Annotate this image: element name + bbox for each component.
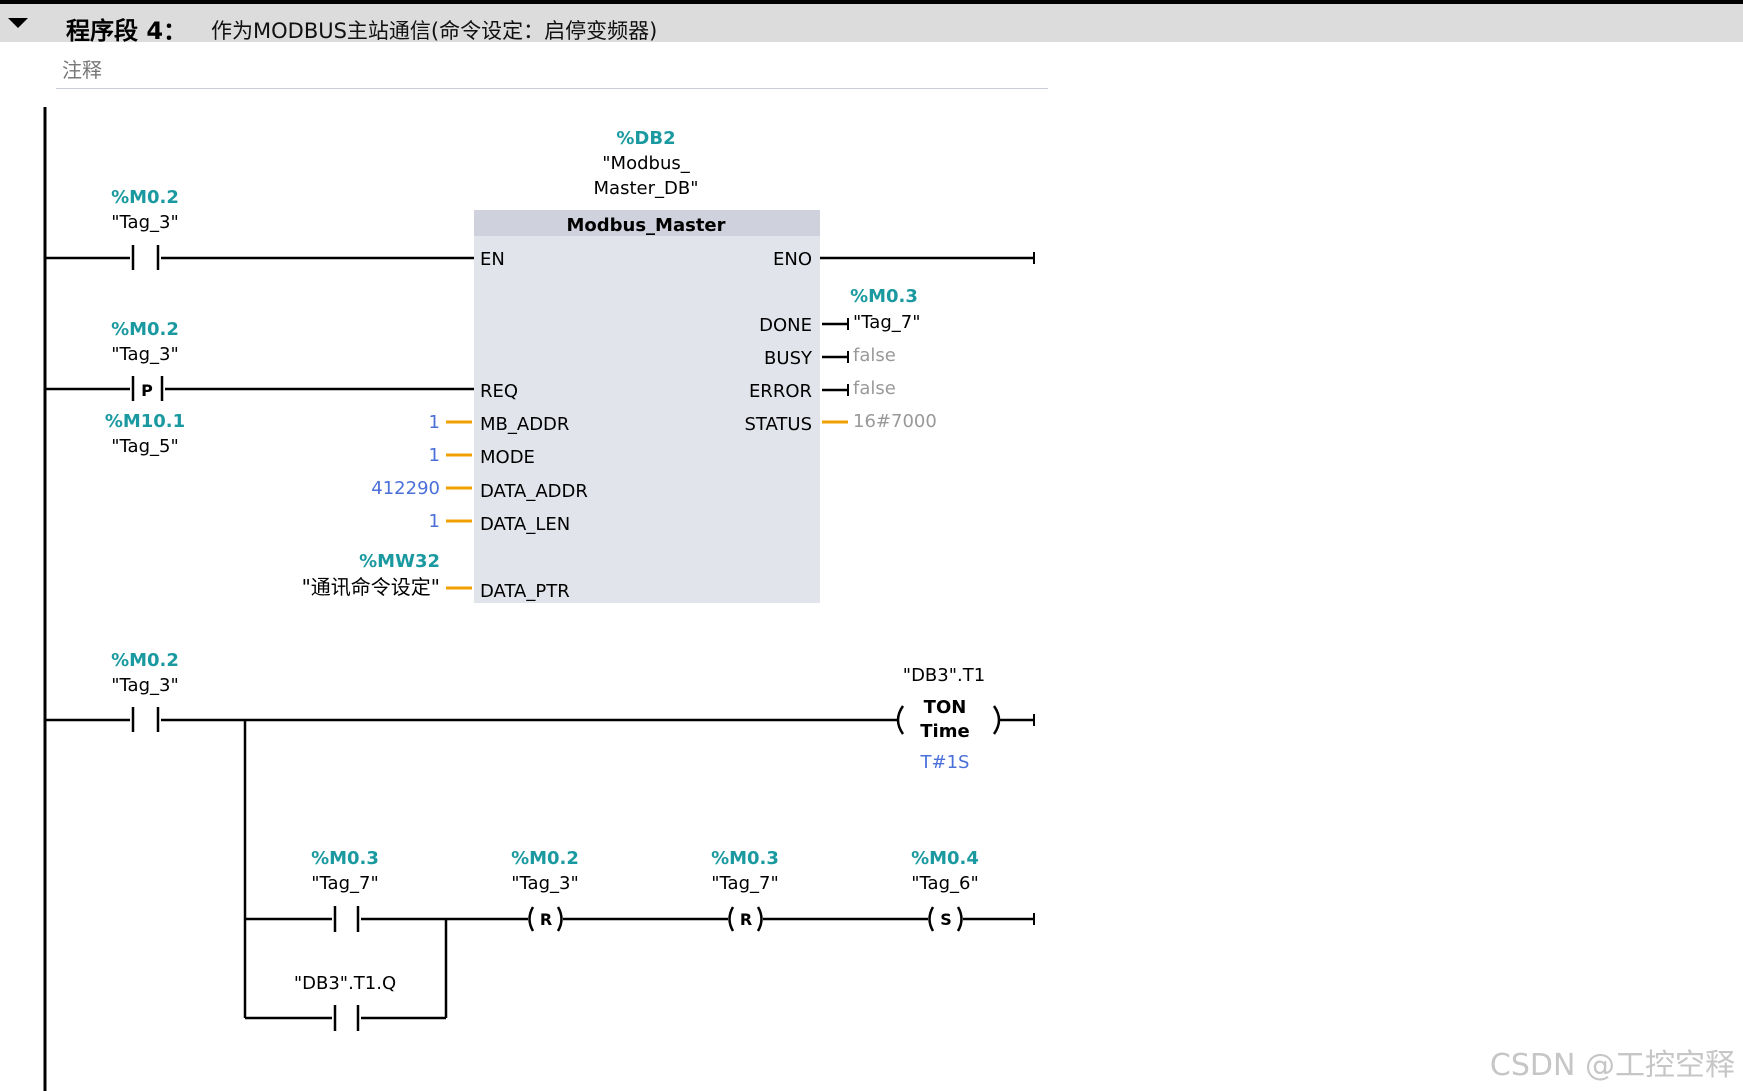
contact-address: %M0.2: [111, 187, 179, 208]
data-ptr-tag[interactable]: "通讯命令设定": [302, 575, 440, 599]
block-input-data-addr: DATA_ADDR: [480, 481, 588, 502]
reset-coil-tag7[interactable]: [724, 901, 768, 937]
block-output-status: STATUS: [744, 414, 812, 435]
ladder-diagram: %M0.2 "Tag_3" P %M0.2 "Tag_3" %M10.1 "Ta…: [43, 107, 1035, 1091]
block-input-mb-addr: MB_ADDR: [480, 414, 569, 435]
coil-address: %M0.2: [511, 848, 579, 869]
contact-address: %M0.2: [111, 650, 179, 671]
p-contact-tag3[interactable]: [125, 371, 169, 407]
block-output-busy: BUSY: [764, 348, 813, 369]
data-len-value[interactable]: 1: [429, 511, 440, 532]
instance-db-name: "Modbus_: [602, 153, 690, 174]
done-address: %M0.3: [850, 286, 918, 307]
block-input-data-ptr: DATA_PTR: [480, 581, 570, 602]
instance-db-name: Master_DB": [594, 178, 699, 199]
block-output-eno: ENO: [773, 249, 812, 270]
reset-coil-tag3[interactable]: [524, 901, 568, 937]
mb-addr-value[interactable]: 1: [429, 412, 440, 433]
contact-tag: "DB3".T1.Q: [294, 973, 396, 994]
data-addr-value[interactable]: 412290: [371, 478, 440, 499]
error-value[interactable]: false: [853, 378, 896, 399]
contact-tag3-timer[interactable]: [125, 702, 165, 738]
function-block-title: Modbus_Master: [566, 215, 725, 236]
timer-ton-coil[interactable]: [895, 700, 1005, 742]
coil-address: %M0.4: [911, 848, 979, 869]
contact-tag: "Tag_3": [111, 675, 178, 696]
contact-address: %M0.3: [311, 848, 379, 869]
block-input-data-len: DATA_LEN: [480, 514, 570, 535]
coil-tag: "Tag_6": [911, 873, 978, 894]
busy-value[interactable]: false: [853, 345, 896, 366]
watermark: CSDN @工控空释: [1489, 1048, 1735, 1083]
block-input-mode: MODE: [480, 447, 535, 468]
done-tag[interactable]: "Tag_7": [853, 312, 920, 333]
contact-tag: "Tag_3": [111, 344, 178, 365]
contact-tag: "Tag_7": [311, 873, 378, 894]
edge-memory-address: %M10.1: [105, 411, 185, 432]
edge-memory-tag: "Tag_5": [111, 436, 178, 457]
function-block[interactable]: [474, 210, 820, 603]
contact-address: %M0.2: [111, 319, 179, 340]
timer-instance: "DB3".T1: [903, 665, 985, 686]
block-input-req: REQ: [480, 381, 518, 402]
coil-tag: "Tag_7": [711, 873, 778, 894]
contact-tag3-en[interactable]: [125, 240, 165, 276]
block-input-en: EN: [480, 249, 505, 270]
status-value[interactable]: 16#7000: [853, 411, 937, 432]
set-coil-tag6[interactable]: [924, 901, 968, 937]
coil-tag: "Tag_3": [511, 873, 578, 894]
block-output-error: ERROR: [749, 381, 812, 402]
contact-tag: "Tag_3": [111, 212, 178, 233]
data-ptr-address: %MW32: [359, 551, 440, 572]
coil-address: %M0.3: [711, 848, 779, 869]
mode-value[interactable]: 1: [429, 445, 440, 466]
instance-db-address: %DB2: [616, 128, 675, 149]
block-output-done: DONE: [759, 315, 812, 336]
timer-preset[interactable]: T#1S: [920, 752, 970, 773]
